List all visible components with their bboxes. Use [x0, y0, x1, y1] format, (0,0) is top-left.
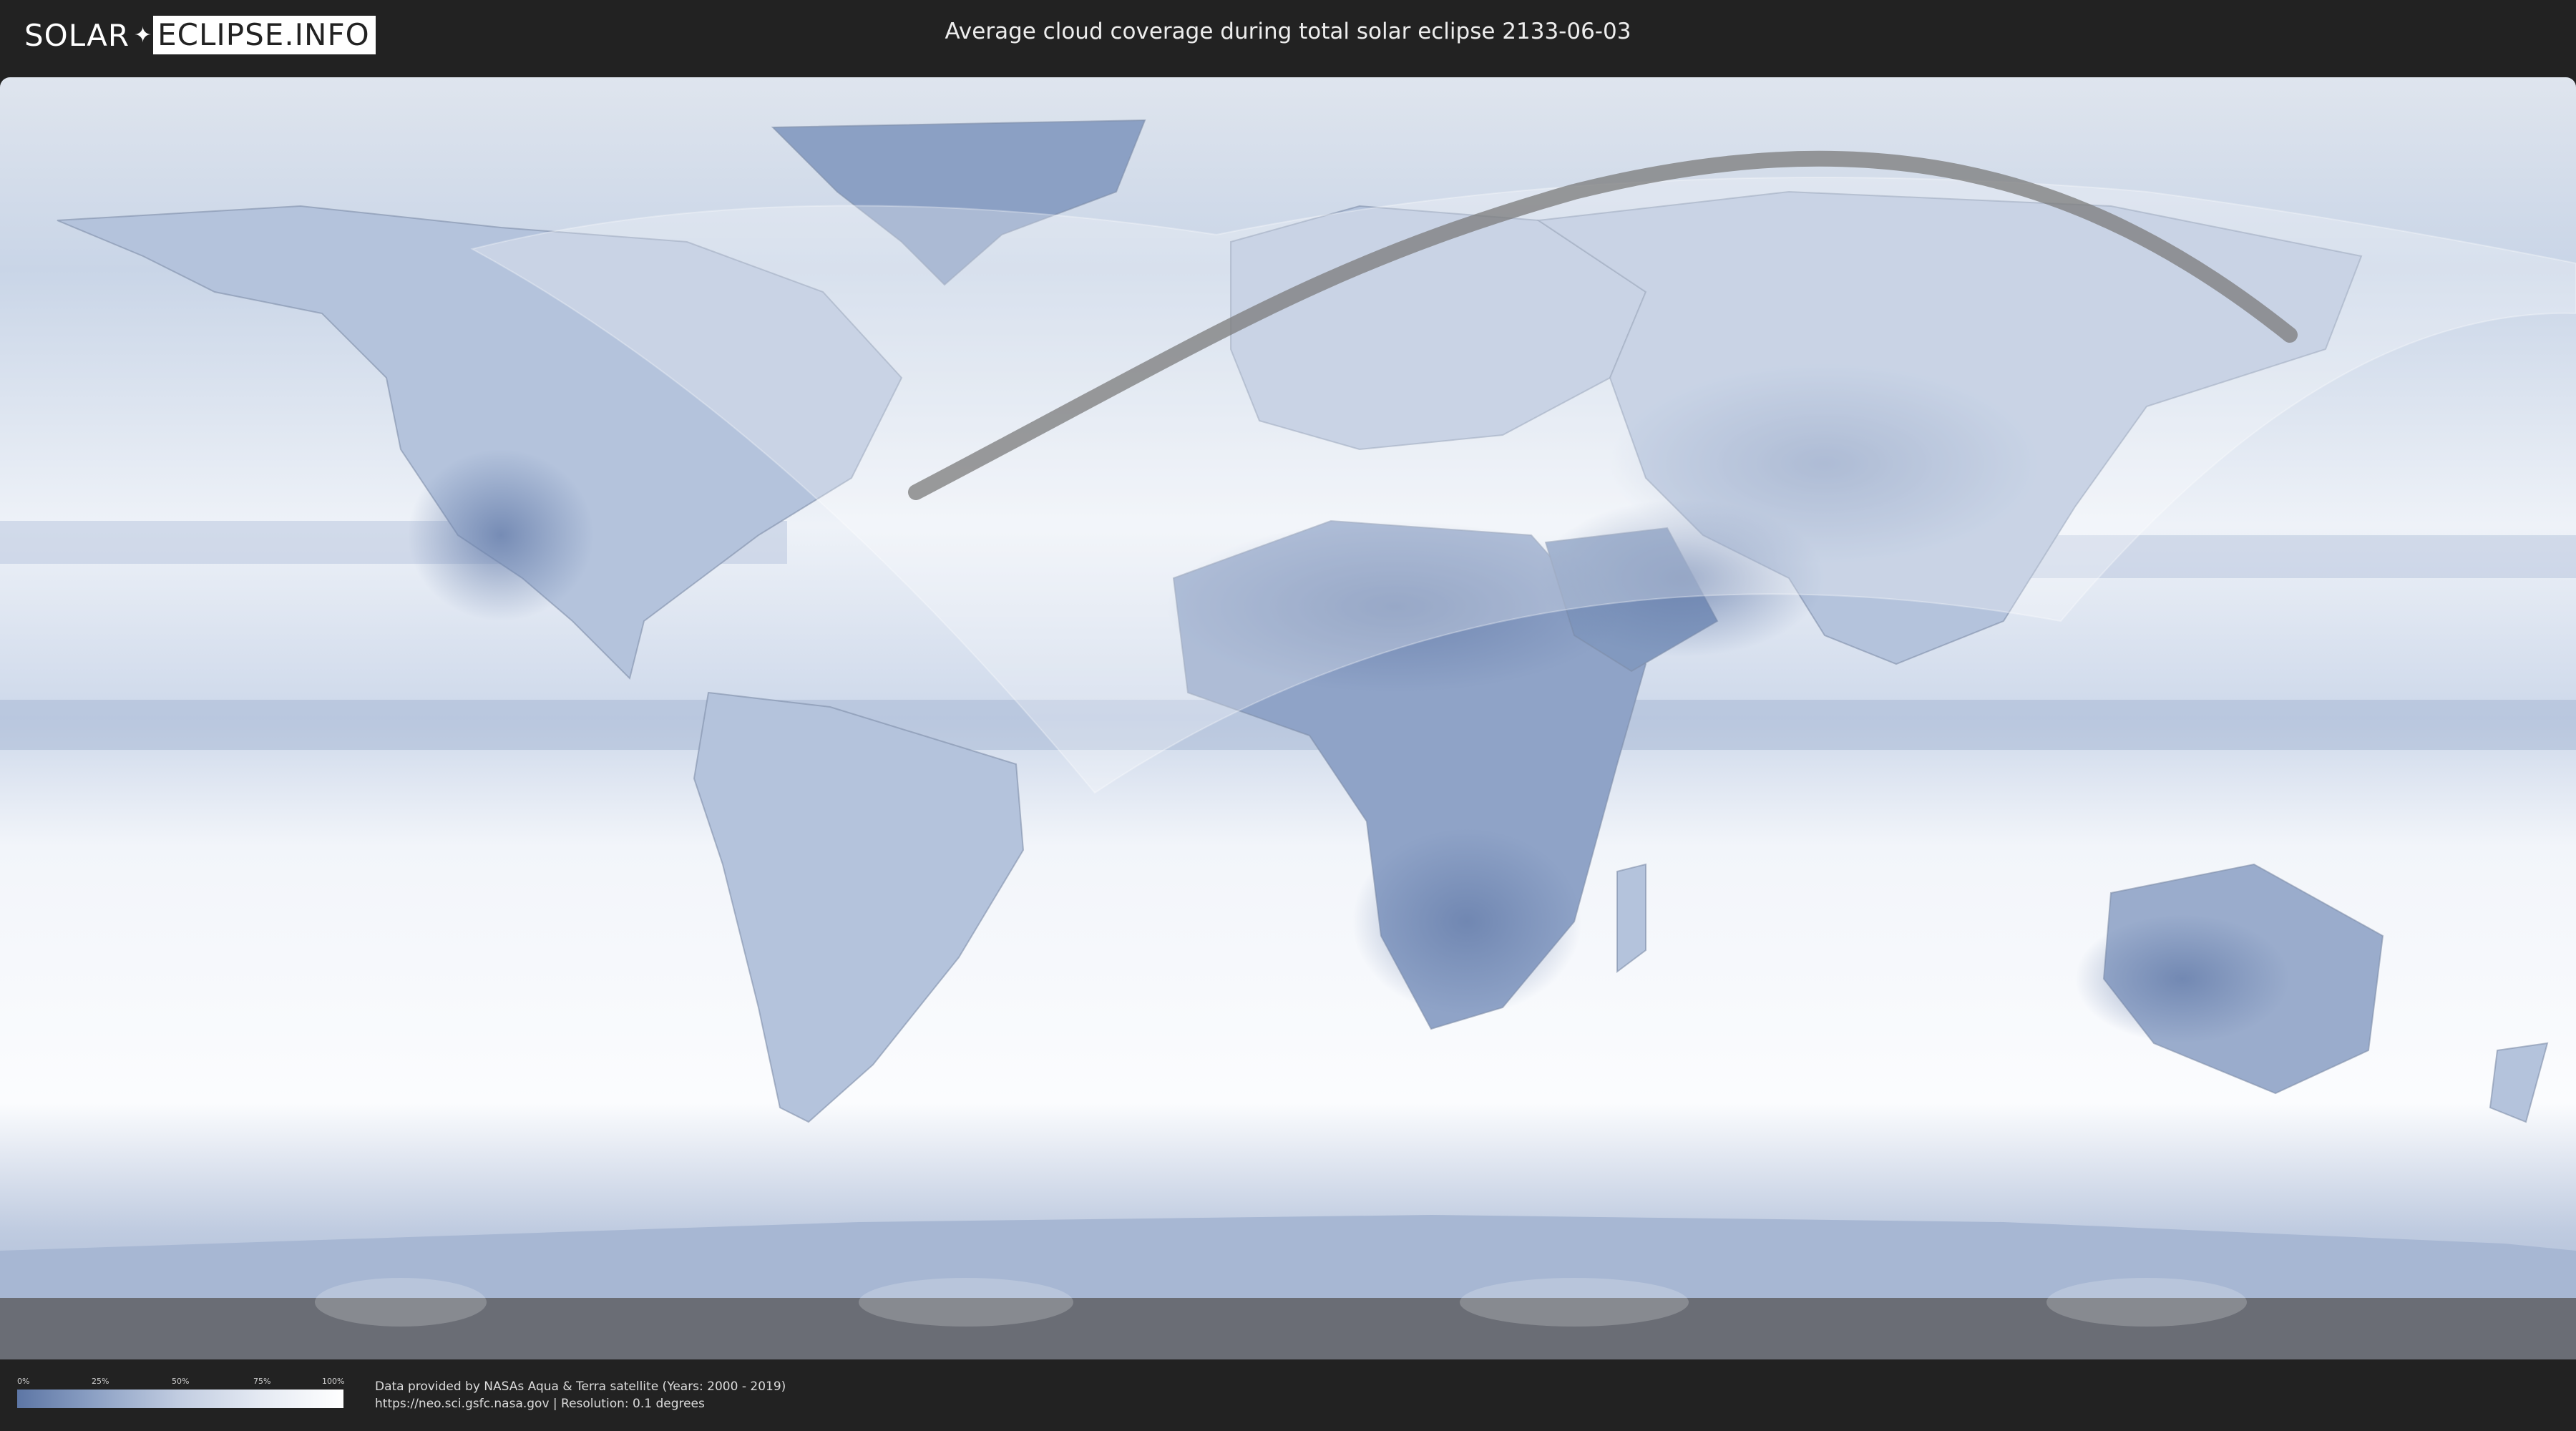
legend-tick: 75% — [253, 1377, 271, 1386]
credits-line-2[interactable]: https://neo.sci.gsfc.nasa.gov | Resoluti… — [375, 1395, 786, 1412]
cloud-coverage-map[interactable] — [0, 77, 2576, 1359]
legend-tick: 50% — [172, 1377, 190, 1386]
header-bar: SOLAR ✦ ECLIPSE.INFO Average cloud cover… — [0, 0, 2576, 72]
data-credits: Data provided by NASAs Aqua & Terra sate… — [375, 1378, 786, 1412]
credits-line-1: Data provided by NASAs Aqua & Terra sate… — [375, 1379, 786, 1394]
page-title: Average cloud coverage during total sola… — [945, 19, 1631, 44]
legend-tick: 0% — [17, 1377, 30, 1386]
legend-tick: 100% — [322, 1377, 345, 1386]
legend-color-bar — [17, 1390, 343, 1408]
legend-tick-labels: 0% 25% 50% 75% 100% — [17, 1377, 345, 1387]
cloud-coverage-legend: 0% 25% 50% 75% 100% — [17, 1377, 345, 1408]
legend-tick: 25% — [92, 1377, 109, 1386]
